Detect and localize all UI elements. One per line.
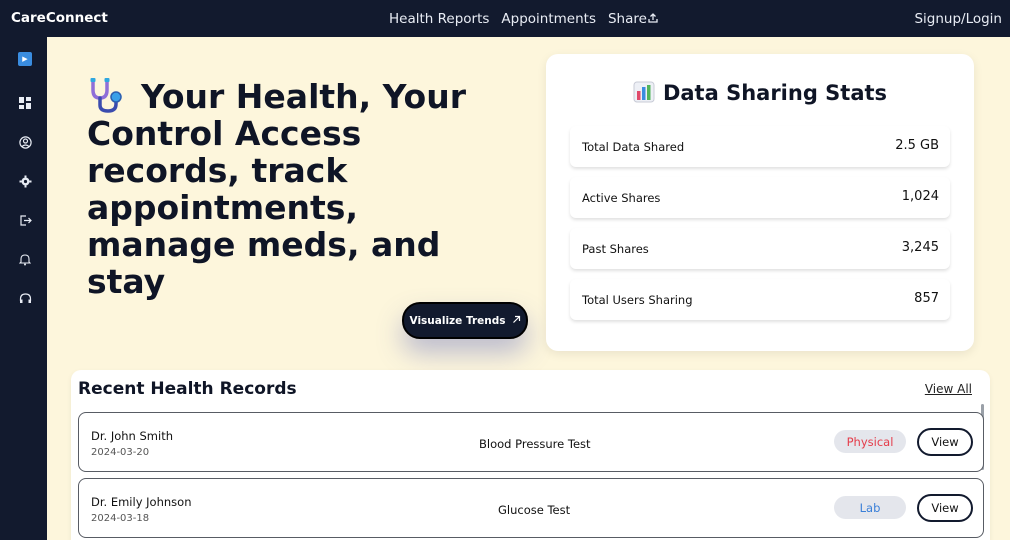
record-row: Dr. John Smith 2024-03-20 Blood Pressure…: [78, 412, 984, 472]
visualize-trends-button[interactable]: Visualize Trends: [402, 302, 528, 339]
hero-title-text: Your Health, Your Control Access records…: [87, 77, 466, 301]
stat-label: Total Data Shared: [582, 140, 685, 154]
stat-row: Total Users Sharing 857: [570, 279, 950, 320]
stat-value: 2.5 GB: [895, 138, 939, 153]
data-sharing-stats-card: Data Sharing Stats Total Data Shared 2.5…: [546, 54, 974, 351]
record-doctor: Dr. John Smith: [91, 429, 173, 443]
nav-health-reports[interactable]: Health Reports: [389, 11, 489, 27]
sidebar: ▶: [0, 37, 47, 540]
hero-heading: Your Health, Your Control Access records…: [87, 78, 517, 300]
stat-label: Total Users Sharing: [582, 293, 693, 307]
stat-value: 857: [914, 291, 939, 306]
record-type-badge: Physical: [834, 430, 906, 453]
logout-icon[interactable]: [18, 213, 32, 227]
stats-heading: Data Sharing Stats: [546, 81, 974, 105]
stat-label: Past Shares: [582, 242, 649, 256]
stethoscope-icon: [87, 78, 129, 114]
record-type-badge: Lab: [834, 496, 906, 519]
stat-row: Total Data Shared 2.5 GB: [570, 126, 950, 167]
view-record-button[interactable]: View: [917, 494, 973, 522]
brand-logo[interactable]: CareConnect: [11, 10, 108, 26]
user-circle-icon[interactable]: [18, 135, 32, 149]
dashboard-icon[interactable]: [18, 96, 32, 110]
record-test: Blood Pressure Test: [479, 437, 591, 451]
stat-value: 3,245: [901, 240, 939, 255]
record-test: Glucose Test: [498, 503, 571, 517]
stats-title-text: Data Sharing Stats: [662, 81, 888, 105]
records-heading: Recent Health Records: [78, 379, 297, 399]
record-row: Dr. Emily Johnson 2024-03-18 Glucose Tes…: [78, 478, 984, 538]
visualize-trends-label: Visualize Trends: [409, 314, 506, 327]
stat-row: Past Shares 3,245: [570, 228, 950, 269]
recent-health-records-panel: Recent Health Records View All Dr. John …: [71, 370, 990, 540]
view-record-button[interactable]: View: [917, 428, 973, 456]
top-navbar: CareConnect Health Reports Appointments …: [0, 0, 1010, 37]
arrow-up-right-icon: [512, 315, 521, 327]
stat-label: Active Shares: [582, 191, 661, 205]
record-doctor: Dr. Emily Johnson: [91, 495, 192, 509]
record-date: 2024-03-18: [91, 513, 150, 524]
bell-icon[interactable]: [18, 252, 32, 266]
signup-login-link[interactable]: Signup/Login: [914, 11, 1002, 27]
stat-row: Active Shares 1,024: [570, 177, 950, 218]
record-date: 2024-03-20: [91, 447, 150, 458]
main-nav: Health Reports Appointments Share: [389, 11, 658, 27]
nav-appointments[interactable]: Appointments: [501, 11, 596, 27]
view-all-link[interactable]: View All: [925, 382, 972, 396]
play-icon[interactable]: ▶: [18, 52, 32, 66]
gear-icon[interactable]: [18, 174, 32, 188]
support-icon[interactable]: [18, 291, 32, 305]
stat-value: 1,024: [901, 189, 939, 204]
share-upload-icon: [648, 13, 658, 26]
nav-share-label: Share: [607, 11, 647, 27]
nav-share[interactable]: Share: [608, 11, 658, 27]
bar-chart-icon: [633, 81, 655, 103]
